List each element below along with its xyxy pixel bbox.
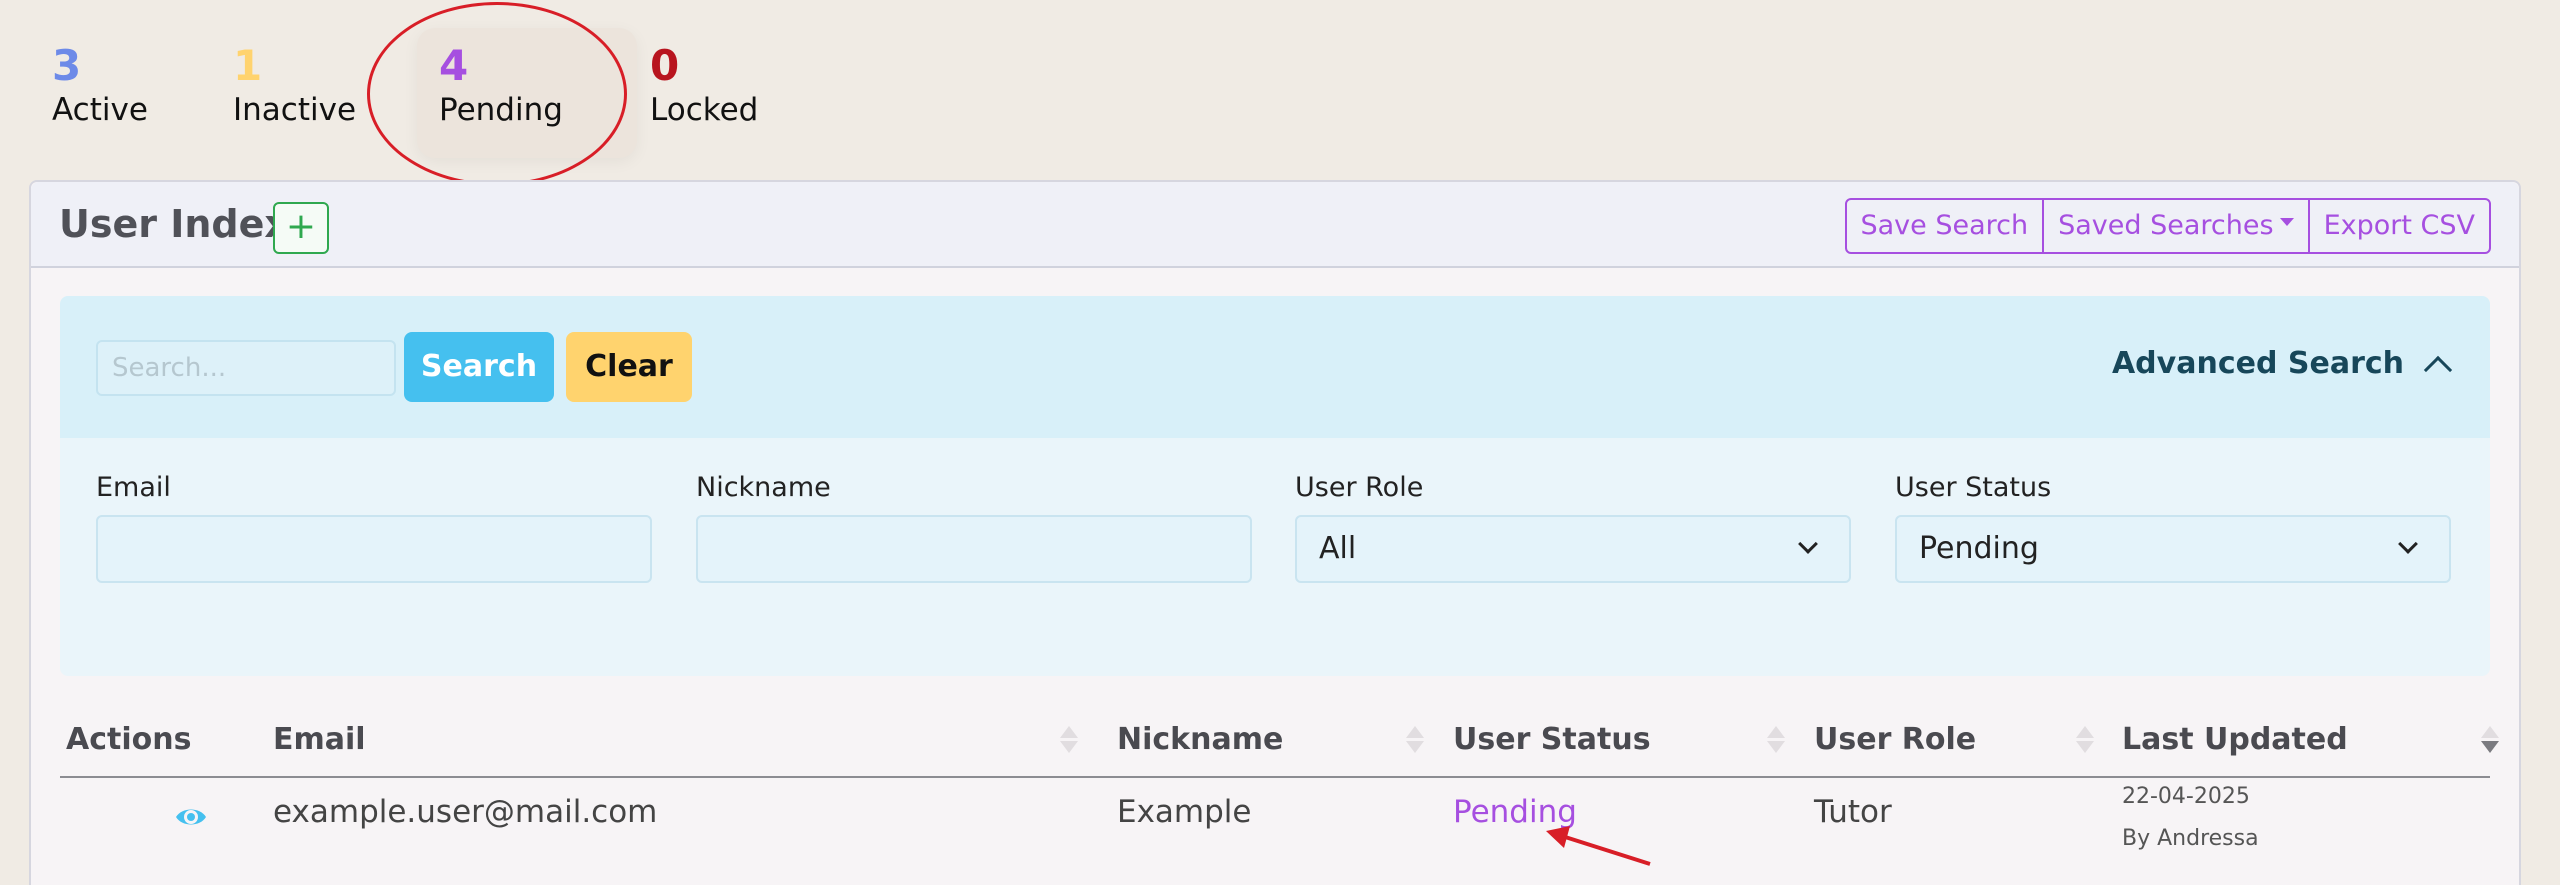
search-input[interactable] [96, 340, 396, 396]
table-header: Actions Email Nickname User Status User … [60, 722, 2499, 778]
nickname-filter-label: Nickname [696, 472, 831, 503]
column-header-nickname[interactable]: Nickname [1117, 722, 1283, 757]
counter-inactive-count: 1 [233, 41, 263, 90]
counter-inactive[interactable]: 1 Inactive [233, 36, 356, 130]
advanced-search-toggle[interactable]: Advanced Search [2111, 346, 2453, 384]
save-search-button[interactable]: Save Search [1847, 200, 2043, 252]
counter-locked-count: 0 [650, 41, 680, 90]
user-role-filter-label: User Role [1295, 472, 1424, 503]
chevron-down-icon [1798, 534, 1818, 554]
email-filter-label: Email [96, 472, 171, 503]
user-status-filter-label: User Status [1895, 472, 2052, 503]
add-user-button[interactable]: + [273, 202, 329, 254]
user-status-value: Pending [1919, 531, 2039, 566]
plus-icon: + [285, 206, 317, 247]
export-csv-button[interactable]: Export CSV [2307, 200, 2489, 252]
panel-header: User Index + Save Search Saved Searches … [31, 182, 2519, 268]
row-email: example.user@mail.com [273, 794, 658, 830]
clear-button[interactable]: Clear [566, 332, 692, 402]
column-header-email[interactable]: Email [273, 722, 366, 757]
counter-locked-label: Locked [650, 92, 759, 128]
row-nickname: Example [1117, 794, 1252, 830]
counter-active-count: 3 [52, 41, 82, 90]
saved-searches-label: Saved Searches [2058, 210, 2274, 241]
row-updated-by: By Andressa [2122, 826, 2259, 851]
counter-active[interactable]: 3 Active [52, 36, 148, 130]
user-status-filter: User Status Pending [1895, 472, 2451, 583]
search-actions-group: Save Search Saved Searches Export CSV [1844, 198, 2491, 254]
row-updated-date: 22-04-2025 [2122, 784, 2250, 809]
column-header-actions: Actions [66, 722, 192, 757]
user-status-select[interactable]: Pending [1895, 515, 2451, 583]
counter-locked[interactable]: 0 Locked [650, 36, 758, 130]
counter-pending-label: Pending [439, 92, 563, 128]
counter-inactive-label: Inactive [233, 92, 357, 128]
column-header-last-updated[interactable]: Last Updated [2122, 722, 2348, 757]
counter-pending[interactable]: 4 Pending [417, 28, 637, 158]
counter-active-label: Active [52, 92, 148, 128]
column-header-user-role[interactable]: User Role [1814, 722, 1976, 757]
user-role-filter: User Role All [1295, 472, 1851, 583]
row-last-updated: 22-04-2025 By Andressa [2122, 776, 2259, 860]
email-filter: Email [96, 472, 652, 583]
column-header-user-status[interactable]: User Status [1453, 722, 1651, 757]
page-title: User Index [59, 202, 289, 246]
search-button[interactable]: Search [404, 332, 554, 402]
quick-search-bar: Search Clear Advanced Search [60, 296, 2490, 438]
saved-searches-dropdown[interactable]: Saved Searches [2042, 200, 2307, 252]
annotation-arrow [1546, 826, 1651, 866]
search-box: Search Clear Advanced Search Email Nickn… [60, 296, 2490, 676]
nickname-field[interactable] [696, 515, 1252, 583]
email-field[interactable] [96, 515, 652, 583]
table-row: example.user@mail.com Example Pending Tu… [60, 782, 2490, 882]
user-role-select[interactable]: All [1295, 515, 1851, 583]
user-role-value: All [1319, 531, 1357, 566]
row-role: Tutor [1814, 794, 1892, 830]
eye-icon[interactable] [174, 800, 208, 838]
chevron-down-icon [2398, 534, 2418, 554]
nickname-filter: Nickname [696, 472, 1252, 583]
user-index-panel: User Index + Save Search Saved Searches … [29, 180, 2521, 885]
counter-pending-count: 4 [439, 41, 469, 90]
advanced-search-label: Advanced Search [2111, 346, 2404, 381]
chevron-up-icon [2423, 355, 2453, 384]
caret-down-icon [2279, 217, 2294, 226]
